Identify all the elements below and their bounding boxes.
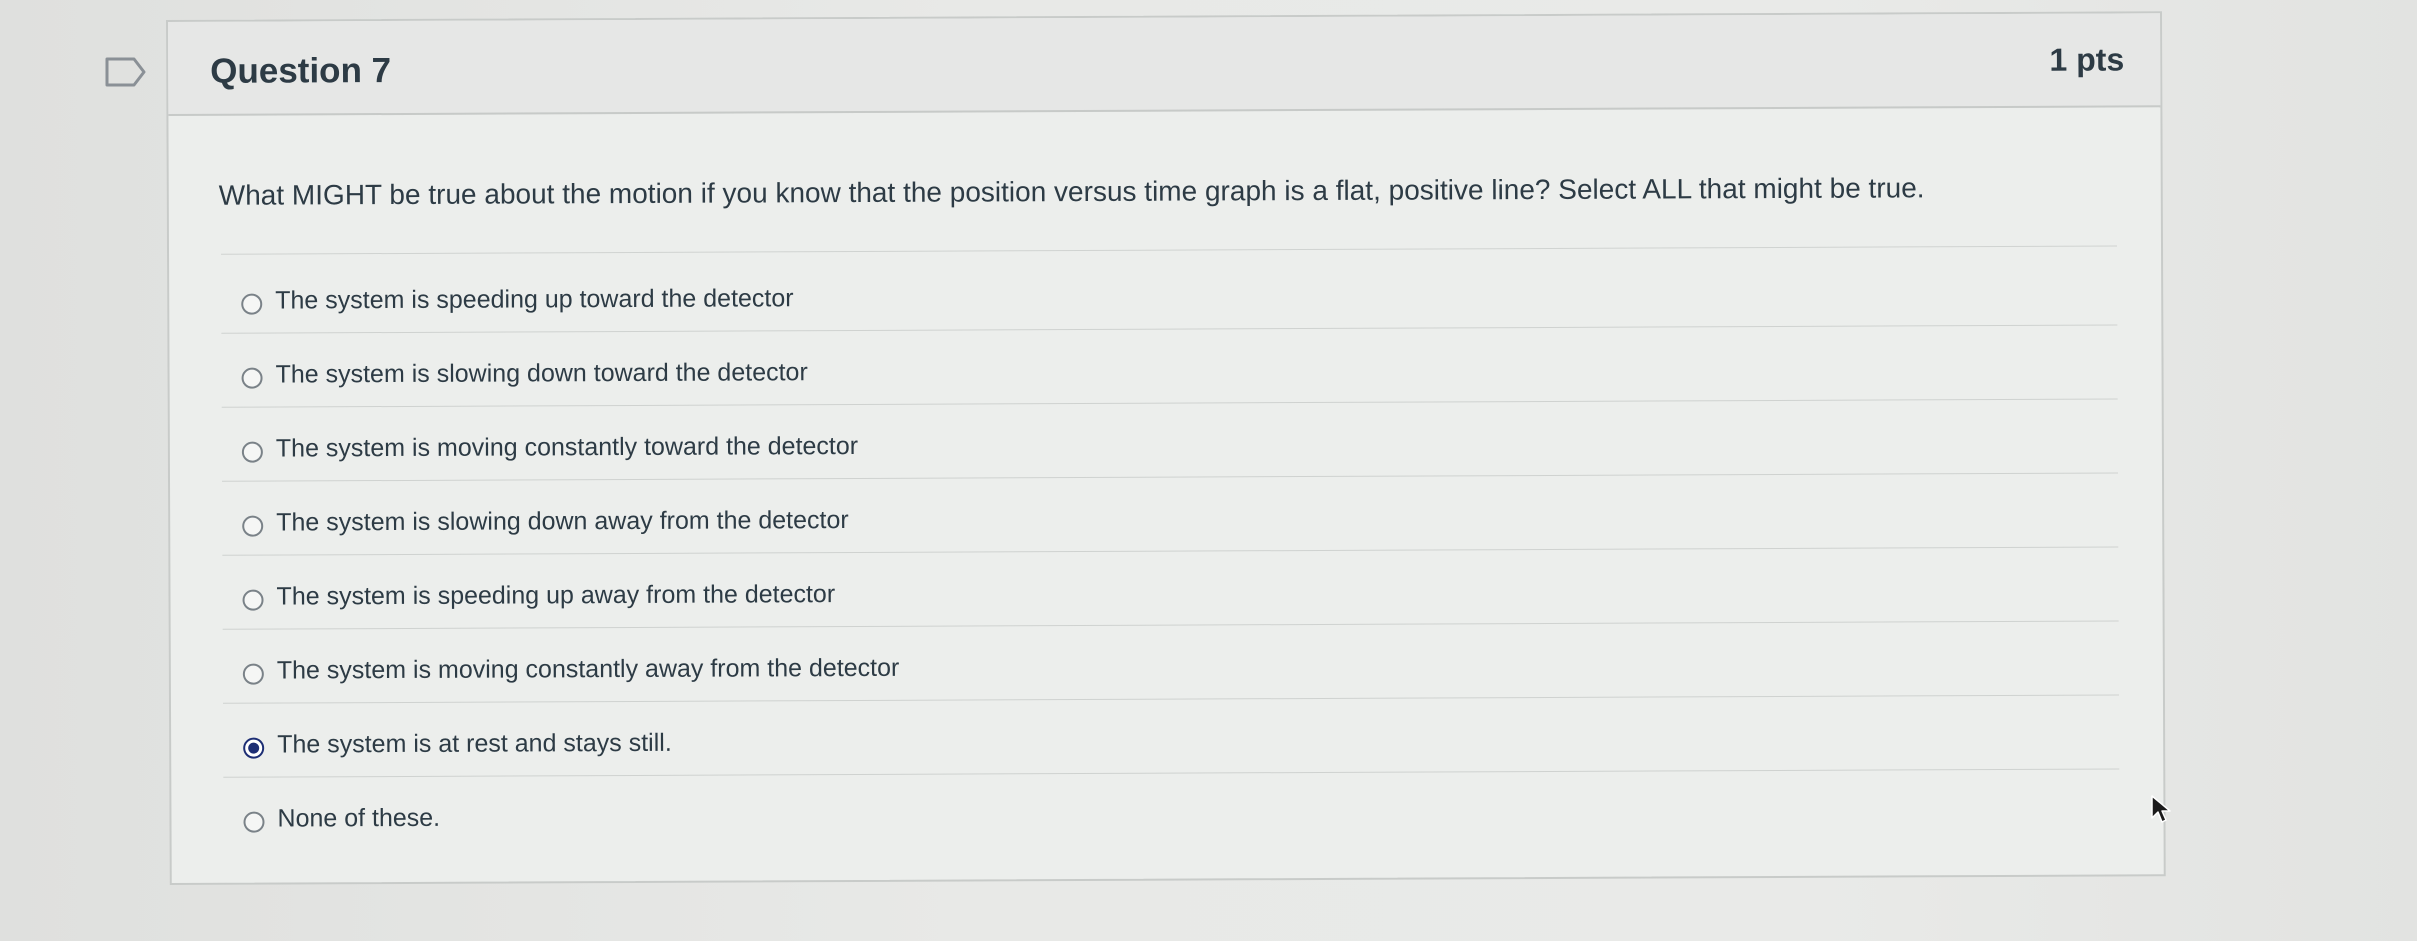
radio-button[interactable] [241,441,263,463]
mouse-pointer-icon [2151,795,2171,823]
question-points: 1 pts [2049,41,2125,78]
answer-option[interactable]: The system is moving constantly toward t… [221,399,2118,482]
question-card: Question 7 1 pts What MIGHT be true abou… [166,11,2166,885]
answer-option[interactable]: The system is slowing down toward the de… [221,325,2118,408]
answer-option[interactable]: The system is moving constantly away fro… [222,621,2119,704]
question-header: Question 7 1 pts [168,13,2161,116]
answer-label[interactable]: The system is speeding up away from the … [276,580,835,611]
radio-button[interactable] [241,293,263,315]
radio-button[interactable] [242,663,264,685]
answer-label[interactable]: The system is at rest and stays still. [277,729,672,760]
answer-label[interactable]: The system is speeding up toward the det… [275,284,793,315]
answer-option[interactable]: The system is speeding up toward the det… [221,251,2118,334]
radio-button-selected[interactable] [243,737,265,759]
answer-option[interactable]: The system is slowing down away from the… [222,473,2119,556]
answer-label[interactable]: The system is slowing down toward the de… [275,358,807,389]
answer-label[interactable]: The system is slowing down away from the… [276,506,849,537]
radio-button[interactable] [243,811,265,833]
answer-option[interactable]: The system is at rest and stays still. [222,695,2120,778]
answer-list: The system is speeding up toward the det… [221,251,2120,850]
answer-label[interactable]: None of these. [277,804,440,834]
question-title: Question 7 [210,51,392,91]
answer-label[interactable]: The system is moving constantly toward t… [276,432,858,464]
quiz-page: Question 7 1 pts What MIGHT be true abou… [0,0,2417,941]
answer-option[interactable]: The system is speeding up away from the … [222,547,2119,630]
radio-button[interactable] [242,589,264,611]
answer-option[interactable]: None of these. [223,769,2119,850]
answer-label[interactable]: The system is moving constantly away fro… [277,654,900,686]
radio-button[interactable] [242,515,264,537]
radio-button[interactable] [241,367,263,389]
bookmark-flag-icon[interactable] [104,56,148,88]
question-text: What MIGHT be true about the motion if y… [218,172,1925,211]
